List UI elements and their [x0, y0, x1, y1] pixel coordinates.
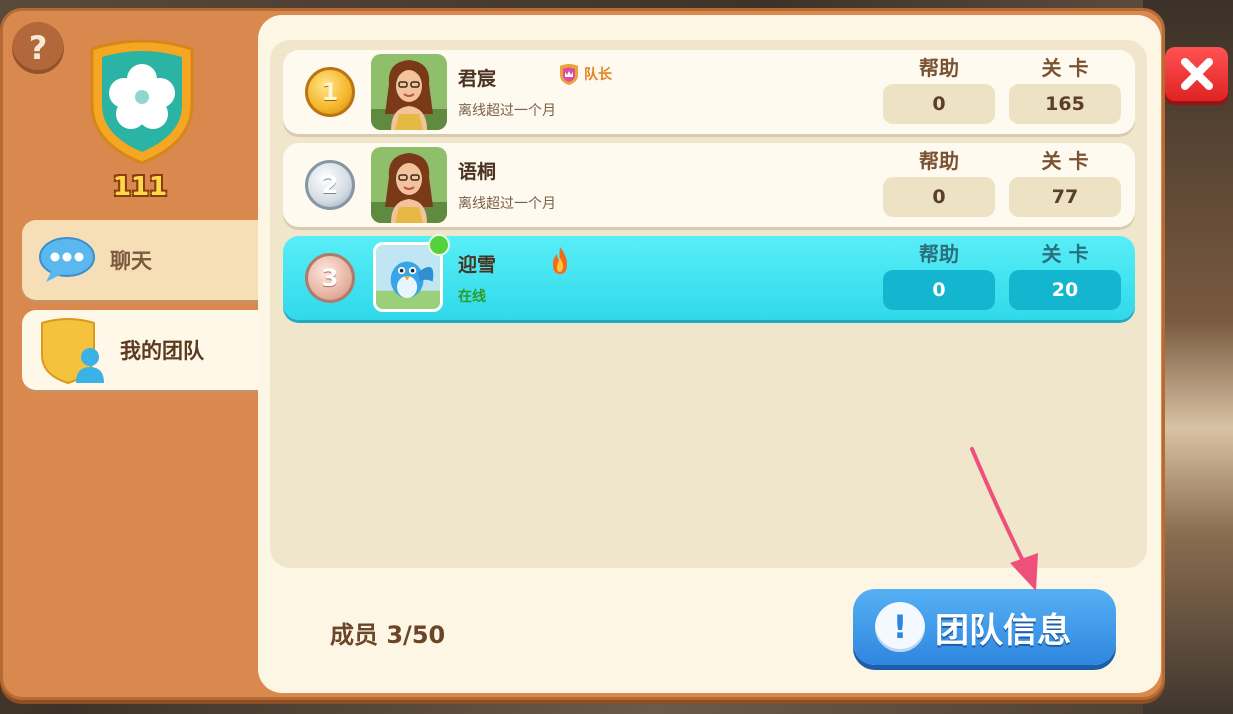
member-avatar[interactable]	[371, 147, 447, 223]
chat-bubble-icon	[39, 237, 95, 282]
flame-icon	[553, 247, 567, 274]
level-column-header: 关 卡	[1041, 242, 1089, 266]
tab-my-team[interactable]: 我的团队	[22, 310, 272, 390]
member-status: 离线超过一个月	[458, 196, 556, 212]
member-row[interactable]: 1 君宸 队长 离线超过一个月 帮助 关 卡 0 165	[283, 50, 1135, 134]
level-count: 20	[1009, 270, 1121, 310]
team-info-button[interactable]: ! 团队信息	[853, 589, 1116, 665]
member-avatar[interactable]	[371, 54, 447, 130]
tab-chat[interactable]: 聊天	[22, 220, 272, 300]
member-name: 君宸	[458, 68, 497, 90]
level-column-header: 关 卡	[1041, 56, 1089, 80]
member-name: 迎雪	[458, 254, 497, 276]
help-column-header: 帮助	[919, 149, 959, 173]
leader-badge-label: 队长	[584, 67, 612, 83]
leader-badge: 队长	[557, 62, 612, 86]
online-indicator-icon	[428, 234, 450, 256]
close-button[interactable]	[1165, 47, 1228, 101]
team-badge-icon	[90, 39, 194, 165]
members-label: 成员	[330, 621, 378, 649]
help-column-header: 帮助	[919, 242, 959, 266]
annotation-arrow-icon	[970, 447, 1038, 591]
question-mark-icon: ?	[28, 29, 48, 67]
member-status: 离线超过一个月	[458, 103, 556, 119]
rank-medal-bronze-icon: 3	[305, 253, 355, 303]
members-count: 成员 3/50	[330, 615, 445, 650]
member-row[interactable]: 2 语桐 离线超过一个月 帮助 关 卡 0 77	[283, 143, 1135, 227]
close-icon	[1180, 58, 1213, 90]
team-level: 111	[112, 172, 168, 202]
rank-medal-gold-icon: 1	[305, 67, 355, 117]
help-button[interactable]: ?	[12, 22, 64, 74]
help-count: 0	[883, 177, 995, 217]
tab-chat-label: 聊天	[110, 249, 152, 273]
team-shield-icon	[41, 318, 104, 385]
member-name: 语桐	[458, 161, 497, 183]
info-icon: !	[875, 602, 925, 652]
member-row[interactable]: 3 迎雪 在线 帮助 关 卡 0 20	[283, 234, 1135, 320]
level-column-header: 关 卡	[1041, 149, 1089, 173]
member-status: 在线	[458, 289, 486, 305]
tab-my-team-label: 我的团队	[120, 339, 204, 363]
rank-medal-silver-icon: 2	[305, 160, 355, 210]
team-info-button-label: 团队信息	[935, 610, 1071, 651]
level-count: 77	[1009, 177, 1121, 217]
members-count-value: 3/50	[386, 621, 446, 649]
leader-crown-icon	[560, 64, 578, 85]
help-count: 0	[883, 84, 995, 124]
help-column-header: 帮助	[919, 56, 959, 80]
level-count: 165	[1009, 84, 1121, 124]
help-count: 0	[883, 270, 995, 310]
